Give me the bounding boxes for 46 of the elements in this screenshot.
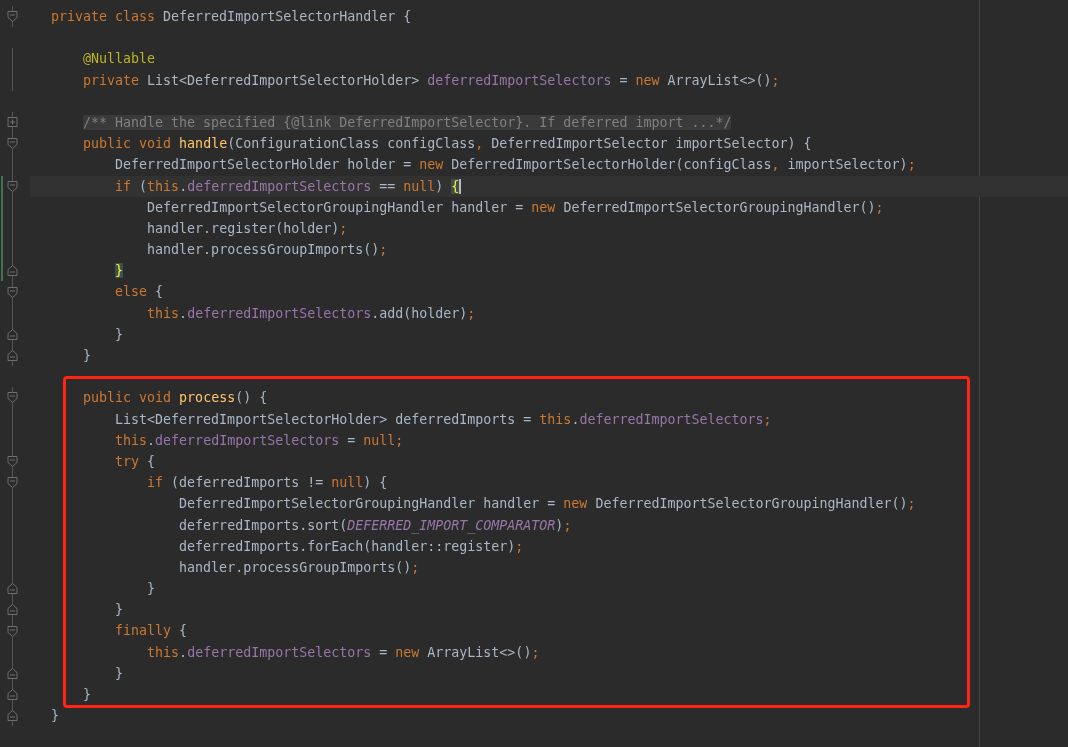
code-line: private List<DeferredImportSelectorHolder> deferredImportSelectors = new ArrayList<>(); — [82, 71, 780, 90]
fold-icon[interactable] — [6, 327, 19, 341]
code-line: DeferredImportSelectorHolder holder = new DeferredImportSelectorHolder(configClass, importSelector); — [114, 156, 916, 175]
code-line: } — [82, 347, 92, 365]
code-line: @Nullable — [82, 50, 156, 69]
fold-icon[interactable] — [6, 603, 19, 617]
code-line: } — [114, 325, 124, 344]
code-line: public void handle(ConfigurationClass configClass, DeferredImportSelector importSelector) { — [82, 135, 812, 154]
fold-icon[interactable] — [6, 709, 19, 723]
code-line: DeferredImportSelectorGroupingHandler handler = new DeferredImportSelectorGroupingHandler(); — [178, 495, 916, 514]
code-line: handler.register(holder); — [146, 219, 348, 238]
fold-icon[interactable] — [6, 688, 19, 702]
code-line: handler.processGroupImports(); — [178, 558, 420, 577]
code-line: this.deferredImportSelectors = new ArrayList<>(); — [146, 643, 540, 662]
fold-icon[interactable] — [6, 666, 19, 680]
code-line: deferredImports.sort(DEFERRED_IMPORT_COMPARATOR); — [178, 516, 572, 536]
code-line: } — [82, 686, 92, 704]
code-line: try { — [114, 452, 156, 471]
code-line: public void process() { — [82, 389, 268, 408]
code-line: } — [51, 707, 59, 726]
code-line: } — [114, 664, 124, 683]
fold-icon[interactable] — [6, 349, 19, 363]
code-line: handler.processGroupImports(); — [146, 241, 388, 260]
fold-icon[interactable] — [6, 179, 19, 193]
fold-icon[interactable] — [6, 455, 19, 469]
code-line: finally { — [114, 622, 188, 641]
fold-icon[interactable] — [6, 264, 19, 278]
fold-icon[interactable] — [6, 624, 19, 638]
code-line: deferredImports.forEach(handler::register); — [178, 537, 524, 556]
fold-icon[interactable] — [6, 391, 19, 405]
fold-icon[interactable] — [6, 285, 19, 299]
code-line: if (deferredImports != null) { — [146, 474, 388, 493]
code-line: } — [114, 601, 124, 620]
fold-icon[interactable] — [6, 10, 19, 24]
code-line: DeferredImportSelectorGroupingHandler handler = new DeferredImportSelectorGroupingHandler(); — [146, 198, 884, 217]
code-line: this.deferredImportSelectors.add(holder); — [146, 304, 476, 323]
code-line: this.deferredImportSelectors = null; — [114, 431, 404, 450]
fold-icon[interactable] — [6, 137, 19, 151]
code-line: private class DeferredImportSelectorHandler { — [51, 8, 412, 26]
code-line: List<DeferredImportSelectorHolder> deferredImports = this.deferredImportSelectors; — [114, 410, 772, 429]
fold-icon[interactable] — [6, 476, 19, 490]
code-line: } — [146, 580, 156, 599]
fold-icon[interactable] — [6, 582, 19, 596]
expand-icon[interactable] — [6, 116, 19, 130]
code-line: else { — [114, 283, 164, 302]
code-line: if (this.deferredImportSelectors == null) { — [114, 177, 462, 196]
